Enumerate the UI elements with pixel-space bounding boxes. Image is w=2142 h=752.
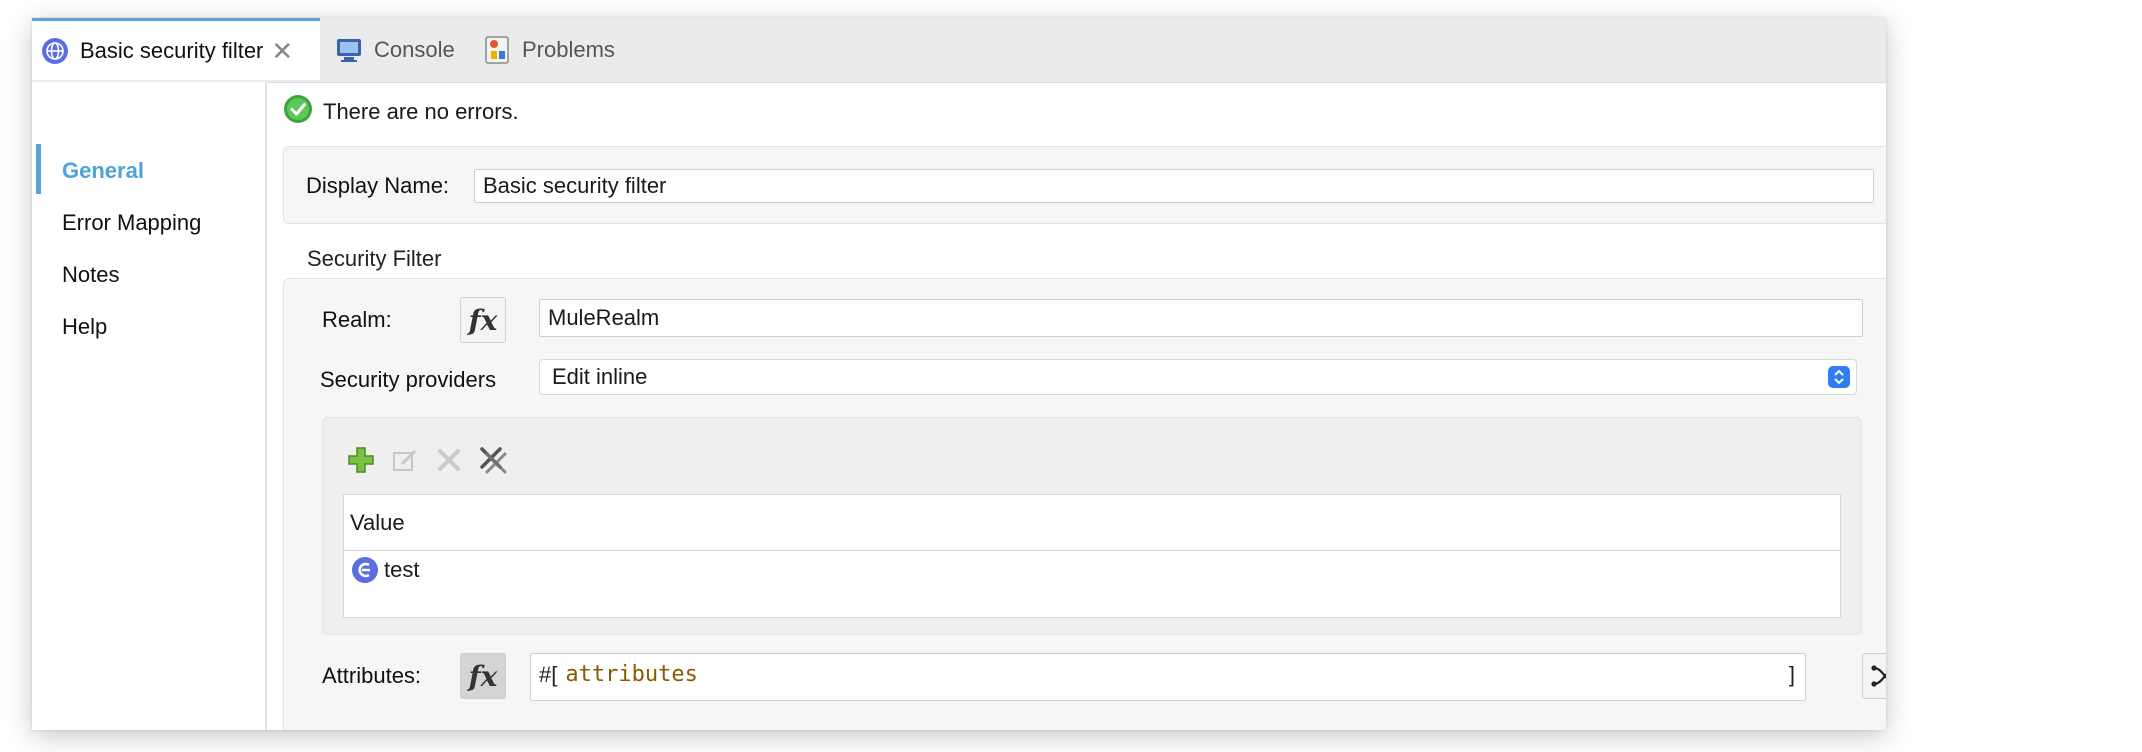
attributes-label: Attributes: [322,663,422,688]
sidebar-item-general[interactable]: General [62,158,144,184]
tab-label: Basic security filter [80,37,264,63]
add-icon[interactable] [345,444,377,476]
tab-console[interactable]: Console [334,18,455,82]
expression-suffix: ] [1788,662,1795,687]
providers-table: Value test [343,494,1841,618]
close-icon[interactable]: ✕ [271,38,293,64]
table-row[interactable]: test [344,552,1840,588]
tab-label: Console [374,37,455,62]
sidebar-active-indicator [36,144,41,194]
tab-problems[interactable]: Problems [482,18,615,82]
column-header-value[interactable]: Value [344,495,1840,551]
status-text: There are no errors. [323,98,519,124]
main-content: There are no errors. Display Name: Basic… [267,82,1886,730]
display-name-label: Display Name: [306,173,450,198]
sidebar-item-notes[interactable]: Notes [62,262,119,288]
edit-icon[interactable] [389,444,421,476]
mapping-icon[interactable] [1862,653,1886,699]
sidebar: General Error Mapping Notes Help [32,82,267,730]
select-arrows-icon [1828,366,1850,388]
section-title: Security Filter [307,246,442,271]
security-providers-label: Security providers [320,367,497,392]
expression-prefix: #[ [539,662,558,687]
row-value: test [384,557,420,582]
expression-value: attributes [565,662,698,687]
realm-input[interactable]: MuleRealm [539,299,1863,337]
delete-all-icon[interactable] [477,444,509,476]
security-providers-select[interactable]: Edit inline [539,359,1857,395]
tab-basic-security-filter[interactable]: Basic security filter ✕ [32,18,320,80]
providers-panel: Value test [322,417,1862,635]
status-message: There are no errors. [283,94,519,129]
display-name-input[interactable]: Basic security filter [474,169,1874,203]
globe-icon [40,36,70,66]
sidebar-item-help[interactable]: Help [62,314,107,340]
security-filter-group: Realm: fx MuleRealm Security providers E… [283,278,1886,730]
realm-label: Realm: [322,307,392,332]
attributes-fx-button[interactable]: fx [460,653,506,699]
general-group: Display Name: Basic security filter [283,146,1886,224]
editor-window: Basic security filter ✕ Console Problems… [32,18,1886,730]
delete-icon[interactable] [433,444,465,476]
problems-icon [482,35,512,65]
check-circle-icon [283,94,313,129]
tab-label: Problems [522,37,615,62]
attributes-expression-input[interactable]: #[ attributes ] [530,653,1806,701]
select-value: Edit inline [552,364,648,389]
console-icon [334,35,364,65]
expression-icon [350,555,380,585]
tab-bar: Basic security filter ✕ Console Problems [32,18,1886,83]
sidebar-item-error-mapping[interactable]: Error Mapping [62,210,201,236]
realm-fx-button[interactable]: fx [460,297,506,343]
